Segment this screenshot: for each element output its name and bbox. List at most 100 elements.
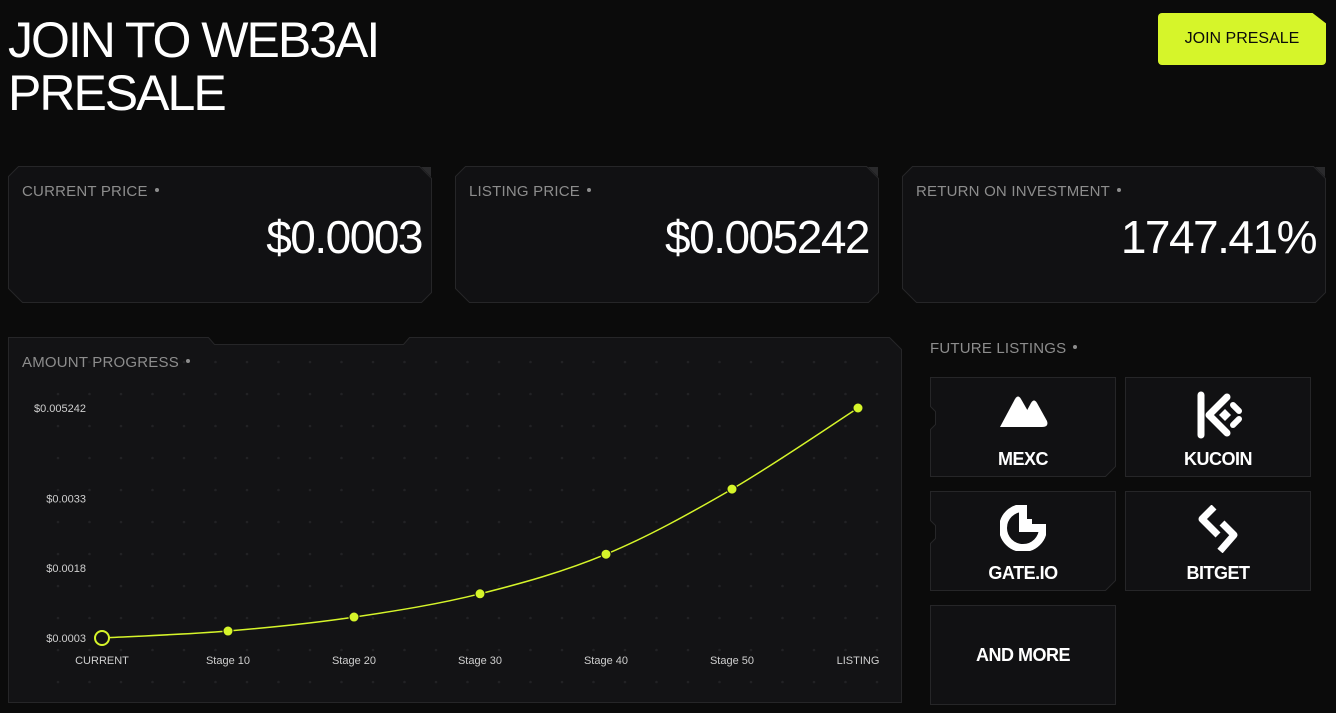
- grid-dot: [844, 456, 847, 460]
- listing-name: MEXC: [997, 449, 1049, 469]
- grid-dot: [371, 424, 375, 428]
- grid-dot: [655, 456, 658, 460]
- grid-dot: [88, 488, 91, 492]
- grid-dot: [119, 520, 123, 524]
- grid-dot: [623, 552, 627, 556]
- grid-dot: [529, 392, 532, 396]
- grid-dot: [686, 520, 690, 524]
- kucoin-icon: [1125, 391, 1311, 439]
- grid-dot: [529, 552, 532, 556]
- grid-dot: [497, 392, 501, 396]
- grid-dot: [749, 680, 753, 684]
- grid-dot: [497, 520, 501, 524]
- grid-dot: [119, 680, 123, 684]
- grid-dot: [56, 424, 60, 428]
- grid-dot: [245, 552, 249, 556]
- grid-dot: [371, 648, 375, 652]
- grid-dot: [182, 552, 186, 556]
- grid-dot: [844, 360, 847, 364]
- grid-dot: [88, 520, 91, 524]
- grid-dot: [718, 648, 721, 652]
- grid-dot: [245, 424, 249, 428]
- grid-dot: [151, 648, 154, 652]
- grid-dot: [371, 520, 375, 524]
- grid-dot: [88, 456, 91, 460]
- grid-dot: [56, 392, 60, 396]
- grid-dot: [403, 456, 406, 460]
- grid-dot: [812, 360, 816, 364]
- grid-dot: [182, 680, 186, 684]
- grid-dot: [308, 552, 312, 556]
- grid-dot: [151, 392, 154, 396]
- grid-dot: [686, 584, 690, 588]
- mexc-icon: [930, 391, 1116, 431]
- grid-dot: [655, 360, 658, 364]
- grid-dot: [151, 424, 154, 428]
- grid-dot: [466, 648, 469, 652]
- grid-dot: [308, 488, 312, 492]
- listing-price-value: $0.005242: [665, 211, 870, 263]
- grid-dot: [623, 584, 627, 588]
- grid-dot: [214, 424, 217, 428]
- grid-dot: [340, 456, 343, 460]
- grid-dot: [686, 456, 690, 460]
- grid-dot: [245, 392, 249, 396]
- grid-dot: [434, 488, 438, 492]
- grid-dot: [781, 424, 784, 428]
- grid-dot: [56, 616, 60, 620]
- grid-dot: [151, 552, 154, 556]
- grid-dot: [403, 552, 406, 556]
- grid-dot: [214, 648, 217, 652]
- data-point: [600, 548, 612, 560]
- y-tick-label: $0.005242: [34, 403, 86, 415]
- grid-dot: [245, 584, 249, 588]
- grid-dot: [151, 680, 154, 684]
- grid-dot: [340, 520, 343, 524]
- grid-dot: [560, 360, 564, 364]
- grid-dot: [214, 488, 217, 492]
- y-tick-label: $0.0003: [46, 633, 86, 645]
- data-point: [222, 625, 234, 637]
- grid-dot: [119, 392, 123, 396]
- grid-dot: [214, 680, 217, 684]
- grid-dot: [623, 520, 627, 524]
- grid-dot: [560, 552, 564, 556]
- listing-name: AND MORE: [976, 645, 1071, 665]
- grid-dot: [340, 392, 343, 396]
- grid-dot: [277, 424, 280, 428]
- grid-dot: [151, 584, 154, 588]
- grid-dot: [497, 424, 501, 428]
- grid-dot: [592, 488, 595, 492]
- y-tick-label: $0.0018: [46, 563, 86, 575]
- grid-dot: [434, 648, 438, 652]
- grid-dot: [875, 424, 879, 428]
- grid-dot: [403, 520, 406, 524]
- grid-dot: [497, 360, 501, 364]
- grid-dot: [434, 616, 438, 620]
- grid-dot: [812, 520, 816, 524]
- grid-dot: [214, 552, 217, 556]
- grid-dot: [686, 424, 690, 428]
- grid-dot: [308, 424, 312, 428]
- grid-dot: [245, 616, 249, 620]
- grid-dot: [497, 648, 501, 652]
- grid-dot: [781, 680, 784, 684]
- x-tick-label: Stage 30: [458, 655, 502, 667]
- current-price-label: CURRENT PRICE: [22, 183, 159, 200]
- grid-dot: [623, 424, 627, 428]
- grid-dot: [686, 680, 690, 684]
- join-presale-button[interactable]: JOIN PRESALE: [1158, 13, 1326, 65]
- grid-dot: [686, 552, 690, 556]
- grid-dot: [88, 648, 91, 652]
- grid-dot: [623, 360, 627, 364]
- grid-dot: [529, 520, 532, 524]
- grid-dot: [88, 616, 91, 620]
- grid-dot: [844, 552, 847, 556]
- page-title: JOIN TO WEB3AI PRESALE: [8, 14, 468, 120]
- grid-dot: [592, 424, 595, 428]
- grid-dot: [718, 456, 721, 460]
- grid-dot: [88, 584, 91, 588]
- grid-dot: [529, 584, 532, 588]
- grid-dot: [182, 424, 186, 428]
- grid-dot: [560, 680, 564, 684]
